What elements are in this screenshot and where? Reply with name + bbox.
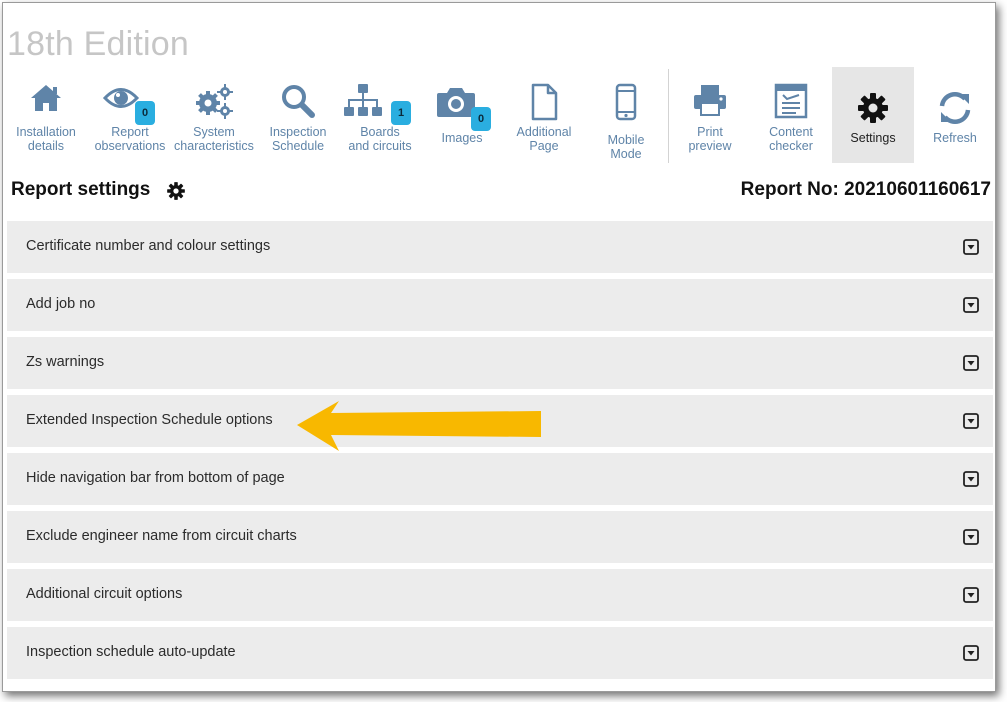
settings-section[interactable]: Additional circuit options [7, 569, 993, 621]
expand-icon[interactable] [963, 355, 979, 371]
settings-section[interactable]: Zs warnings [7, 337, 993, 389]
toolbar-boards-and-circuits[interactable]: 1 Boards and circuits [339, 67, 421, 163]
toolbar-refresh[interactable]: Refresh [914, 67, 995, 163]
gear-icon [832, 91, 914, 131]
settings-section[interactable]: Inspection schedule auto-update [7, 627, 993, 679]
toolbar-print-preview[interactable]: Print preview [669, 67, 751, 163]
section-title: Zs warnings [26, 354, 105, 370]
section-title: Additional circuit options [26, 586, 183, 602]
settings-section[interactable]: Add job no [7, 279, 993, 331]
toolbar-settings[interactable]: Settings [832, 67, 914, 163]
printer-icon [669, 83, 751, 123]
toolbar-label: Content checker [769, 125, 813, 153]
toolbar-report-observations[interactable]: 0 Report observations [89, 67, 171, 163]
toolbar-inspection-schedule[interactable]: Inspection Schedule [257, 67, 339, 163]
settings-gear-icon [166, 181, 186, 206]
report-number: Report No: 20210601160617 [740, 179, 991, 200]
boards-count-badge: 1 [391, 101, 411, 125]
toolbar-label: Report observations [94, 125, 166, 153]
toolbar-label: Inspection Schedule [269, 125, 327, 153]
toolbar-additional-page[interactable]: Additional Page [503, 67, 585, 163]
settings-section[interactable]: Exclude engineer name from circuit chart… [7, 511, 993, 563]
toolbar-mobile-mode[interactable]: Mobile Mode [585, 67, 667, 163]
images-count-badge: 0 [471, 107, 491, 131]
expand-icon[interactable] [963, 529, 979, 545]
eye-icon [89, 83, 171, 123]
checklist-icon [750, 83, 832, 123]
section-title: Certificate number and colour settings [26, 238, 271, 254]
search-icon [257, 83, 339, 123]
toolbar-label: Images [441, 131, 483, 145]
toolbar-label: Refresh [933, 131, 977, 145]
app-window: 18th Edition Installation details 0 Repo… [2, 2, 996, 692]
expand-icon[interactable] [963, 239, 979, 255]
toolbar-label: Installation details [16, 125, 76, 153]
home-icon [5, 83, 87, 123]
section-title: Add job no [26, 296, 96, 312]
expand-icon[interactable] [963, 297, 979, 313]
settings-section[interactable]: Certificate number and colour settings [7, 221, 993, 273]
toolbar-label: Settings [850, 131, 896, 145]
page-title: Report settings [11, 179, 151, 200]
mobile-icon [585, 83, 667, 123]
file-icon [503, 83, 585, 123]
settings-section[interactable]: Hide navigation bar from bottom of page [7, 453, 993, 505]
toolbar-content-checker[interactable]: Content checker [750, 67, 832, 163]
toolbar-images[interactable]: 0 Images [421, 67, 503, 163]
toolbar-label: Mobile Mode [607, 133, 645, 161]
expand-icon[interactable] [963, 413, 979, 429]
refresh-icon [914, 91, 995, 131]
toolbar-label: Additional Page [516, 125, 572, 153]
app-title: 18th Edition [7, 25, 189, 63]
callout-arrow [297, 401, 541, 451]
observations-count-badge: 0 [135, 101, 155, 125]
toolbar-label: Print preview [688, 125, 732, 153]
section-title: Hide navigation bar from bottom of page [26, 470, 285, 486]
section-title: Extended Inspection Schedule options [26, 412, 273, 428]
toolbar-installation-details[interactable]: Installation details [5, 67, 87, 163]
expand-icon[interactable] [963, 471, 979, 487]
toolbar: Installation details 0 Report observatio… [3, 67, 995, 165]
gears-icon [173, 83, 255, 123]
section-title: Inspection schedule auto-update [26, 644, 236, 660]
toolbar-label: Boards and circuits [348, 125, 412, 153]
toolbar-system-characteristics[interactable]: System characteristics [173, 67, 255, 163]
toolbar-label: System characteristics [174, 125, 254, 153]
section-title: Exclude engineer name from circuit chart… [26, 528, 297, 544]
expand-icon[interactable] [963, 587, 979, 603]
expand-icon[interactable] [963, 645, 979, 661]
